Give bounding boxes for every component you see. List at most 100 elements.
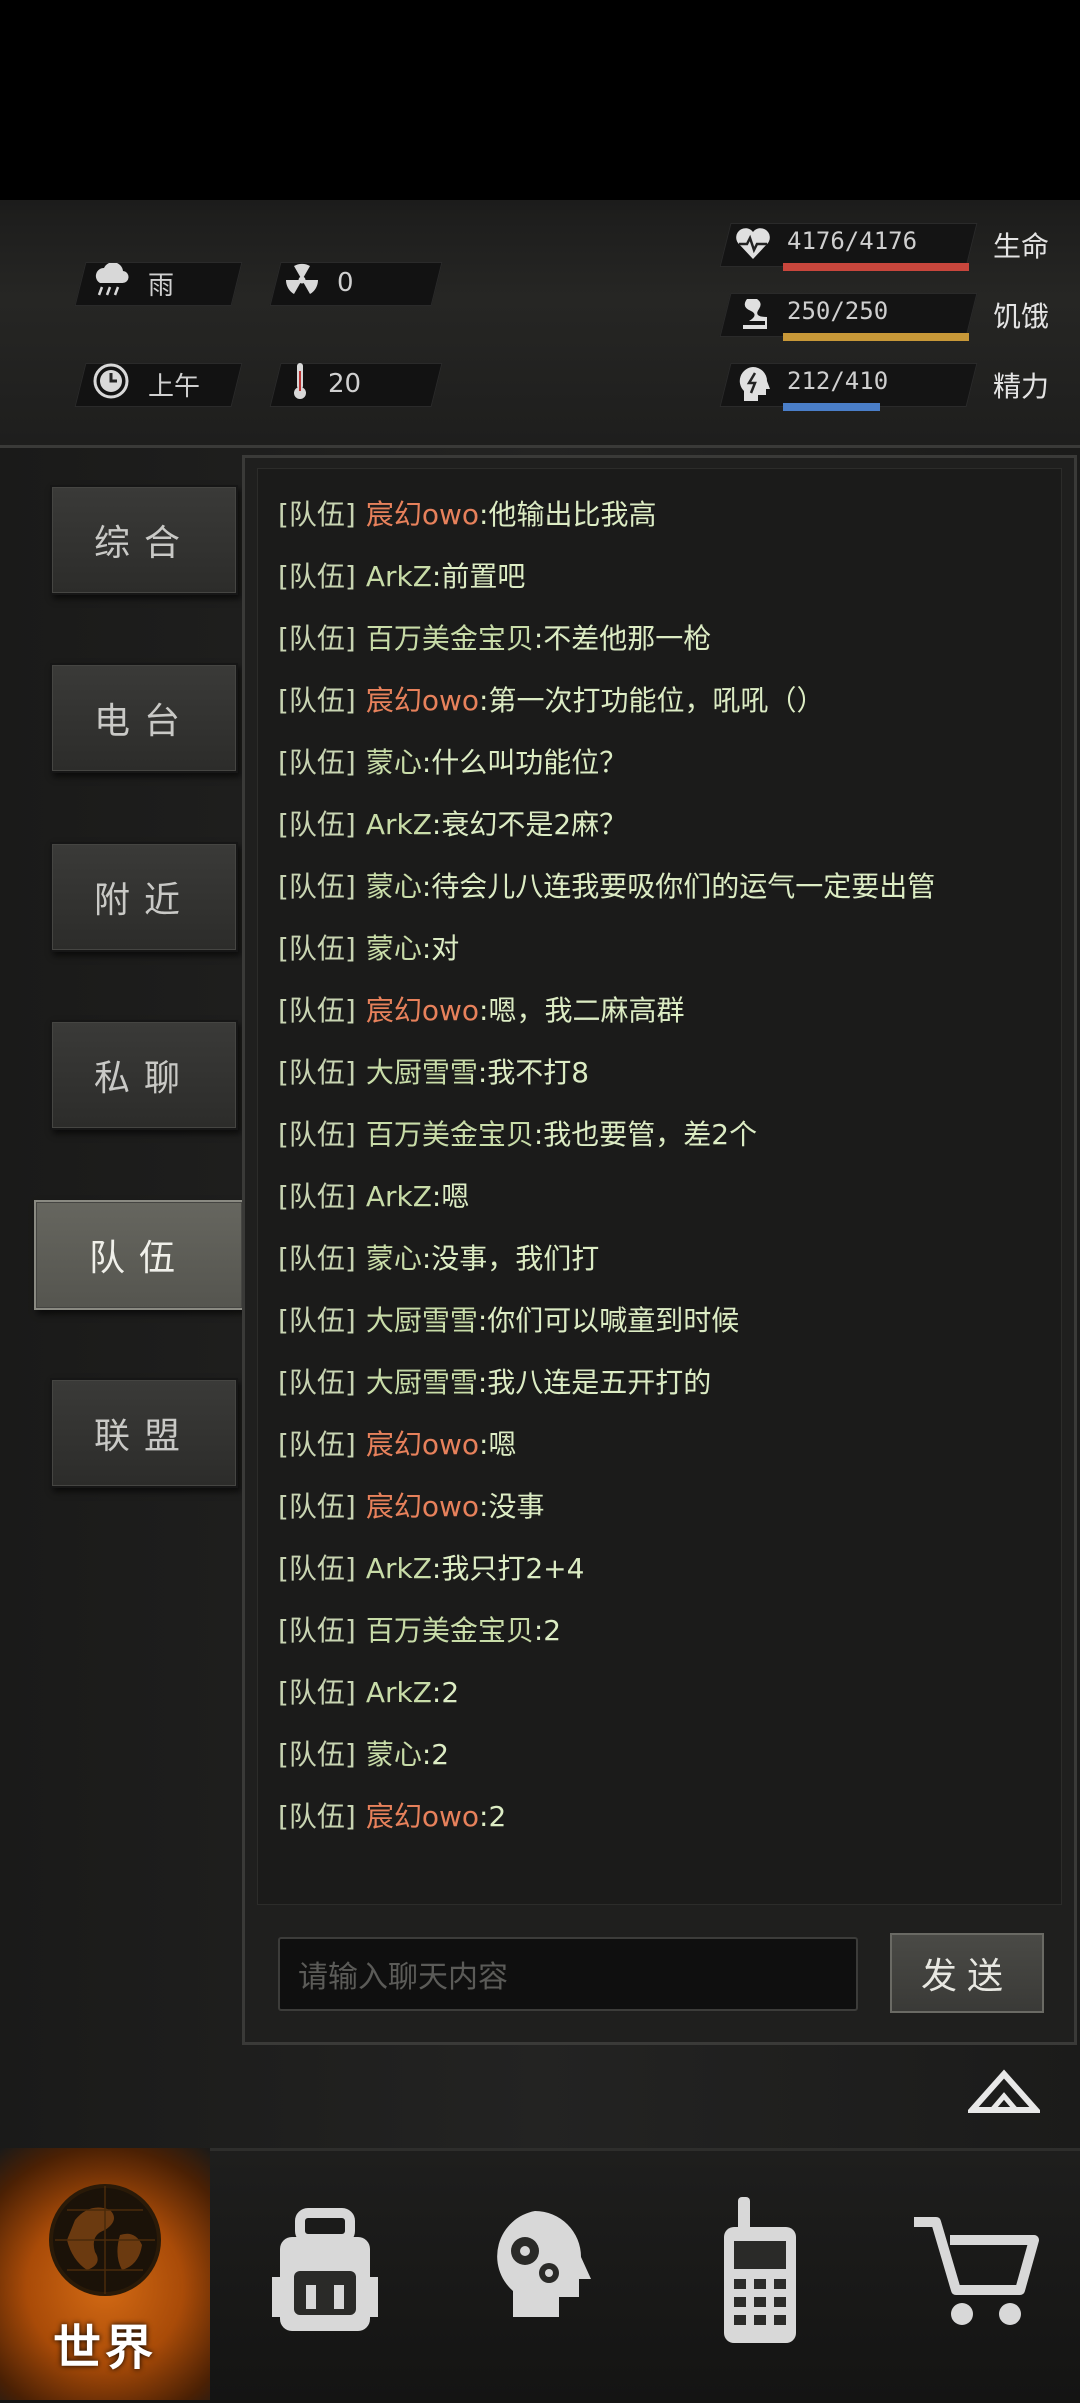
globe-icon: [45, 2180, 165, 2304]
chat-message-text: :我也要管，差2个: [533, 1118, 758, 1151]
chat-message-text: :嗯: [479, 1428, 517, 1461]
chat-sender-name[interactable]: 百万美金宝贝: [366, 1118, 534, 1151]
chat-sender-name[interactable]: 大厨雪雪: [366, 1056, 478, 1089]
chat-message: [队伍] 大厨雪雪:我不打8: [278, 1053, 589, 1093]
rain-cloud-icon: [92, 261, 130, 304]
radiation-value: 0: [337, 268, 354, 298]
chat-input[interactable]: 请输入聊天内容: [278, 1937, 858, 2011]
chat-message: [队伍] 宸幻owo:嗯: [278, 1425, 516, 1465]
tab-label: 队伍: [88, 1238, 189, 1279]
chat-message: [队伍] 百万美金宝贝:我也要管，差2个: [278, 1115, 757, 1155]
chat-sender-name[interactable]: 蒙心: [366, 870, 422, 903]
tab-label: 联盟: [93, 1416, 194, 1457]
chat-sender-name[interactable]: 大厨雪雪: [366, 1304, 478, 1337]
tab-general[interactable]: 综合: [50, 485, 238, 595]
chat-channel-tag: [队伍]: [278, 498, 356, 531]
chat-channel-tag: [队伍]: [278, 622, 356, 655]
top-blank-area: [0, 0, 1080, 200]
energy-label: 精力: [993, 370, 1050, 403]
chat-sender-name[interactable]: ArkZ: [366, 808, 432, 841]
chat-channel-tag: [队伍]: [278, 932, 356, 965]
chat-sender-name[interactable]: ArkZ: [366, 1552, 432, 1585]
chat-sender-name[interactable]: 宸幻owo: [366, 994, 479, 1027]
time-label: 上午: [148, 371, 201, 402]
chat-sender-name[interactable]: 宸幻owo: [366, 1800, 479, 1833]
chat-channel-tag: [队伍]: [278, 1428, 356, 1461]
chat-sender-name[interactable]: 大厨雪雪: [366, 1366, 478, 1399]
weather-indicator[interactable]: 雨: [92, 261, 174, 304]
chat-channel-tag: [队伍]: [278, 1180, 356, 1213]
chat-message-text: :2: [421, 1738, 450, 1771]
health-fill-bar: [783, 263, 969, 271]
hunger-icon: [737, 297, 769, 337]
chat-message-list[interactable]: [队伍] 宸幻owo:他输出比我高 [队伍] ArkZ:前置吧 [队伍] 百万美金宝贝:不…: [257, 468, 1062, 1905]
chat-channel-tag: [队伍]: [278, 1552, 356, 1585]
nav-world[interactable]: 世界: [0, 2148, 210, 2400]
nav-world-label: 世界: [52, 2320, 157, 2376]
head-gears-icon: [485, 2207, 595, 2341]
chat-sender-name[interactable]: 蒙心: [366, 932, 422, 965]
chat-sender-name[interactable]: 蒙心: [366, 1242, 422, 1275]
chat-sender-name[interactable]: 宸幻owo: [366, 684, 479, 717]
temperature-value: 20: [328, 369, 362, 399]
chat-message: [队伍] ArkZ:我只打2+4: [278, 1549, 584, 1589]
chat-input-placeholder: 请输入聊天内容: [298, 1960, 508, 1995]
chat-message-text: :没事，我们打: [421, 1242, 600, 1275]
chat-message-text: :没事: [479, 1490, 545, 1523]
chat-message-text: :我不打8: [477, 1056, 590, 1089]
nav-backpack[interactable]: [230, 2148, 420, 2400]
health-label: 生命: [993, 230, 1050, 263]
tab-label: 私聊: [93, 1058, 194, 1099]
chat-sender-name[interactable]: 宸幻owo: [366, 498, 479, 531]
chat-message-text: :什么叫功能位？: [421, 746, 628, 779]
tab-team[interactable]: 队伍: [34, 1200, 244, 1310]
energy-value: 212/410: [787, 367, 889, 395]
energy-head-icon: [737, 365, 771, 407]
tab-radio[interactable]: 电台: [50, 663, 238, 773]
chat-channel-tag: [队伍]: [278, 1056, 356, 1089]
chat-message: [队伍] 蒙心:没事，我们打: [278, 1239, 599, 1279]
chat-sender-name[interactable]: ArkZ: [366, 560, 432, 593]
send-button-label: 发送: [920, 1956, 1013, 1997]
chat-channel-tag: [队伍]: [278, 1614, 356, 1647]
chat-message-text: :不差他那一枪: [533, 622, 712, 655]
chat-sender-name[interactable]: 百万美金宝贝: [366, 622, 534, 655]
chat-message: [队伍] ArkZ:衰幻不是2麻？: [278, 805, 627, 845]
walkie-talkie-icon: [718, 2197, 802, 2351]
tab-alliance[interactable]: 联盟: [50, 1378, 238, 1488]
tab-nearby[interactable]: 附近: [50, 842, 238, 952]
tab-private[interactable]: 私聊: [50, 1020, 238, 1130]
tab-label: 电台: [93, 701, 194, 742]
chat-message-text: :2: [533, 1614, 562, 1647]
chat-sender-name[interactable]: 宸幻owo: [366, 1428, 479, 1461]
chat-sender-name[interactable]: ArkZ: [366, 1676, 432, 1709]
chat-sender-name[interactable]: 蒙心: [366, 746, 422, 779]
heart-pulse-icon: [735, 227, 771, 265]
time-indicator[interactable]: 上午: [92, 363, 200, 405]
nav-skills[interactable]: [445, 2148, 635, 2400]
shopping-cart-icon: [910, 2212, 1040, 2336]
temperature-indicator[interactable]: 20: [290, 362, 362, 405]
chat-sender-name[interactable]: 蒙心: [366, 1738, 422, 1771]
nav-shop[interactable]: [880, 2148, 1070, 2400]
chat-channel-tag: [队伍]: [278, 1366, 356, 1399]
nav-radio[interactable]: [665, 2148, 855, 2400]
chat-channel-tag: [队伍]: [278, 560, 356, 593]
chat-channel-tag: [队伍]: [278, 1738, 356, 1771]
radiation-indicator[interactable]: 0: [285, 262, 354, 304]
tab-label: 综合: [93, 523, 194, 564]
collapse-chevron-up-icon[interactable]: [965, 2068, 1043, 2114]
chat-message-text: :对: [421, 932, 460, 965]
chat-message: [队伍] 宸幻owo:没事: [278, 1487, 544, 1527]
chat-sender-name[interactable]: ArkZ: [366, 1180, 432, 1213]
chat-sender-name[interactable]: 宸幻owo: [366, 1490, 479, 1523]
chat-message: [队伍] 大厨雪雪:你们可以喊童到时候: [278, 1301, 739, 1341]
hunger-value: 250/250: [787, 297, 889, 325]
chat-message-text: :2: [479, 1800, 507, 1833]
chat-message: [队伍] 蒙心:待会儿八连我要吸你们的运气一定要出管: [278, 867, 935, 907]
backpack-icon: [266, 2207, 384, 2341]
chat-channel-tag: [队伍]: [278, 1490, 356, 1523]
chat-message: [队伍] 百万美金宝贝:2: [278, 1611, 561, 1651]
send-button[interactable]: 发送: [890, 1933, 1044, 2013]
chat-sender-name[interactable]: 百万美金宝贝: [366, 1614, 534, 1647]
